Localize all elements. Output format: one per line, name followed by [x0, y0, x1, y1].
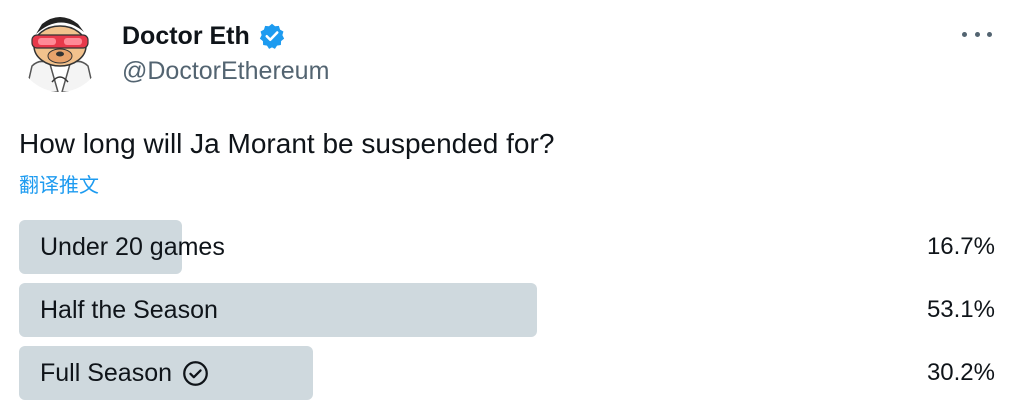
poll-option: Full Season 30.2%: [19, 346, 999, 400]
tweet-text: How long will Ja Morant be suspended for…: [19, 128, 555, 159]
more-options-icon[interactable]: [962, 22, 992, 46]
avatar[interactable]: [18, 8, 102, 92]
poll-option: Under 20 games 16.7%: [19, 220, 999, 274]
poll-option-percent: 53.1%: [926, 296, 995, 323]
poll-option: Half the Season 53.1%: [19, 283, 999, 337]
author-handle[interactable]: @DoctorEthereum: [122, 56, 329, 86]
poll-option-label: Under 20 games: [40, 232, 225, 261]
poll: Under 20 games 16.7% Half the Season 53.…: [19, 220, 999, 409]
verified-badge-icon: [259, 23, 284, 49]
poll-option-percent: 16.7%: [926, 233, 995, 260]
display-name[interactable]: Doctor Eth: [122, 21, 250, 51]
poll-option-label: Half the Season: [40, 295, 218, 324]
winner-check-icon: [183, 360, 208, 386]
poll-option-percent: 30.2%: [926, 359, 995, 386]
cartoon-doctor-avatar-icon: [18, 8, 102, 92]
translate-tweet-link[interactable]: 翻译推文: [19, 173, 99, 199]
poll-option-label: Full Season: [40, 358, 173, 387]
poll-option-label-row: Half the Season: [40, 283, 218, 337]
poll-option-label-row: Full Season: [40, 346, 209, 400]
display-name-row[interactable]: Doctor Eth: [122, 21, 286, 51]
poll-option-label-row: Under 20 games: [40, 220, 225, 274]
